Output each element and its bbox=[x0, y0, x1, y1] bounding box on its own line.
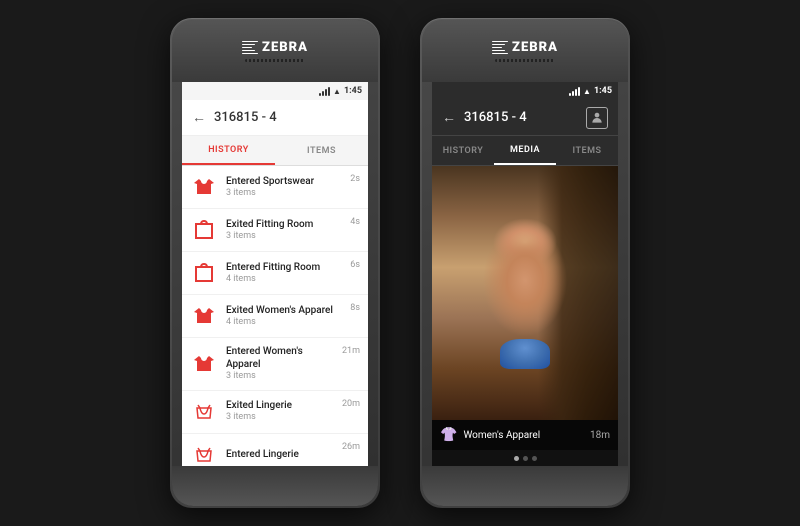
dot-2 bbox=[523, 456, 528, 461]
dot-3 bbox=[532, 456, 537, 461]
item-time-5: 20m bbox=[342, 398, 360, 409]
list-item-3[interactable]: Exited Women's Apparel 4 items 8s bbox=[182, 295, 368, 338]
list-item-2[interactable]: Entered Fitting Room 4 items 6s bbox=[182, 252, 368, 295]
item-title-1: Exited Fitting Room bbox=[226, 218, 342, 231]
caption-icon: 👚 bbox=[440, 427, 457, 443]
scene: ZEBRA ▲ 1:45 ← bbox=[0, 0, 800, 526]
item-time-0: 2s bbox=[350, 173, 360, 184]
item-icon-5 bbox=[190, 398, 218, 426]
device-bottom-left bbox=[172, 466, 378, 506]
back-button-right[interactable]: ← bbox=[442, 109, 456, 126]
battery-left: 1:45 bbox=[344, 86, 362, 96]
caption-text: Women's Apparel bbox=[463, 430, 584, 441]
device-bottom-right bbox=[422, 466, 628, 506]
item-text-3: Exited Women's Apparel 4 items bbox=[226, 304, 342, 329]
device-right: ZEBRA ▲ 1:45 ← bbox=[420, 18, 630, 508]
item-title-4: Entered Women's Apparel bbox=[226, 345, 334, 371]
wifi-icon-right: ▲ bbox=[583, 87, 591, 96]
battery-right: 1:45 bbox=[594, 86, 612, 96]
item-icon-4 bbox=[190, 350, 218, 378]
media-caption: 👚 Women's Apparel 18m bbox=[432, 420, 618, 450]
status-bar-right: ▲ 1:45 bbox=[432, 82, 618, 100]
item-icon-1 bbox=[190, 216, 218, 244]
zebra-stripes-icon bbox=[242, 41, 258, 55]
header-title-left: 316815 - 4 bbox=[214, 110, 358, 125]
tabs-right: HISTORY MEDIA ITEMS bbox=[432, 136, 618, 166]
app-header-right: ← 316815 - 4 bbox=[432, 100, 618, 136]
item-subtitle-0: 3 items bbox=[226, 188, 342, 200]
zebra-logo-left: ZEBRA bbox=[242, 40, 308, 55]
signal-icon-left bbox=[319, 86, 330, 96]
tab-media-right[interactable]: MEDIA bbox=[494, 136, 556, 165]
dot-1 bbox=[514, 456, 519, 461]
zebra-brand-label-right: ZEBRA bbox=[512, 40, 558, 55]
zebra-logo-right: ZEBRA bbox=[492, 40, 558, 55]
list-item-4[interactable]: Entered Women's Apparel 3 items 21m bbox=[182, 338, 368, 391]
device-top-left: ZEBRA bbox=[172, 20, 378, 82]
item-title-6: Entered Lingerie bbox=[226, 448, 334, 461]
item-title-5: Exited Lingerie bbox=[226, 399, 334, 412]
status-bar-left: ▲ 1:45 bbox=[182, 82, 368, 100]
caption-time: 18m bbox=[590, 430, 610, 441]
item-title-3: Exited Women's Apparel bbox=[226, 304, 342, 317]
video-frame bbox=[432, 166, 618, 420]
item-time-6: 26m bbox=[342, 441, 360, 452]
item-text-5: Exited Lingerie 3 items bbox=[226, 399, 334, 424]
item-time-1: 4s bbox=[350, 216, 360, 227]
speaker-grille-left bbox=[245, 59, 305, 62]
item-time-2: 6s bbox=[350, 259, 360, 270]
item-icon-6 bbox=[190, 441, 218, 466]
item-subtitle-4: 3 items bbox=[226, 371, 334, 383]
item-time-4: 21m bbox=[342, 345, 360, 356]
item-time-3: 8s bbox=[350, 302, 360, 313]
screen-right: ▲ 1:45 ← 316815 - 4 HISTOR bbox=[432, 82, 618, 466]
screen-left: ▲ 1:45 ← 316815 - 4 HISTORY ITEMS bbox=[182, 82, 368, 466]
item-icon-0 bbox=[190, 173, 218, 201]
back-button-left[interactable]: ← bbox=[192, 109, 206, 126]
item-text-6: Entered Lingerie bbox=[226, 448, 334, 461]
item-subtitle-2: 4 items bbox=[226, 274, 342, 286]
list-content-left: Entered Sportswear 3 items 2s bbox=[182, 166, 368, 466]
speaker-grille-right bbox=[495, 59, 555, 62]
person-shirt-overlay bbox=[500, 339, 550, 369]
list-item-5[interactable]: Exited Lingerie 3 items 20m bbox=[182, 391, 368, 434]
item-subtitle-1: 3 items bbox=[226, 231, 342, 243]
media-content: 👚 Women's Apparel 18m bbox=[432, 166, 618, 466]
item-icon-2 bbox=[190, 259, 218, 287]
person-icon-right[interactable] bbox=[586, 107, 608, 129]
item-text-2: Entered Fitting Room 4 items bbox=[226, 261, 342, 286]
item-text-4: Entered Women's Apparel 3 items bbox=[226, 345, 334, 383]
dots-indicator bbox=[432, 450, 618, 466]
item-title-0: Entered Sportswear bbox=[226, 175, 342, 188]
zebra-brand-label: ZEBRA bbox=[262, 40, 308, 55]
item-subtitle-5: 3 items bbox=[226, 412, 334, 424]
device-left: ZEBRA ▲ 1:45 ← bbox=[170, 18, 380, 508]
item-title-2: Entered Fitting Room bbox=[226, 261, 342, 274]
list-item-6[interactable]: Entered Lingerie 26m bbox=[182, 434, 368, 466]
item-text-1: Exited Fitting Room 3 items bbox=[226, 218, 342, 243]
signal-icon-right bbox=[569, 86, 580, 96]
item-icon-3 bbox=[190, 302, 218, 330]
item-subtitle-3: 4 items bbox=[226, 317, 342, 329]
tabs-left: HISTORY ITEMS bbox=[182, 136, 368, 166]
person-overlay bbox=[432, 166, 618, 420]
app-header-left: ← 316815 - 4 bbox=[182, 100, 368, 136]
zebra-stripes-icon-right bbox=[492, 41, 508, 55]
list-item-1[interactable]: Exited Fitting Room 3 items 4s bbox=[182, 209, 368, 252]
tab-items-left[interactable]: ITEMS bbox=[275, 136, 368, 165]
tab-history-left[interactable]: HISTORY bbox=[182, 136, 275, 165]
device-top-right: ZEBRA bbox=[422, 20, 628, 82]
list-item-0[interactable]: Entered Sportswear 3 items 2s bbox=[182, 166, 368, 209]
tab-items-right[interactable]: ITEMS bbox=[556, 136, 618, 165]
wifi-icon-left: ▲ bbox=[333, 87, 341, 96]
item-text-0: Entered Sportswear 3 items bbox=[226, 175, 342, 200]
tab-history-right[interactable]: HISTORY bbox=[432, 136, 494, 165]
header-title-right: 316815 - 4 bbox=[464, 110, 578, 125]
